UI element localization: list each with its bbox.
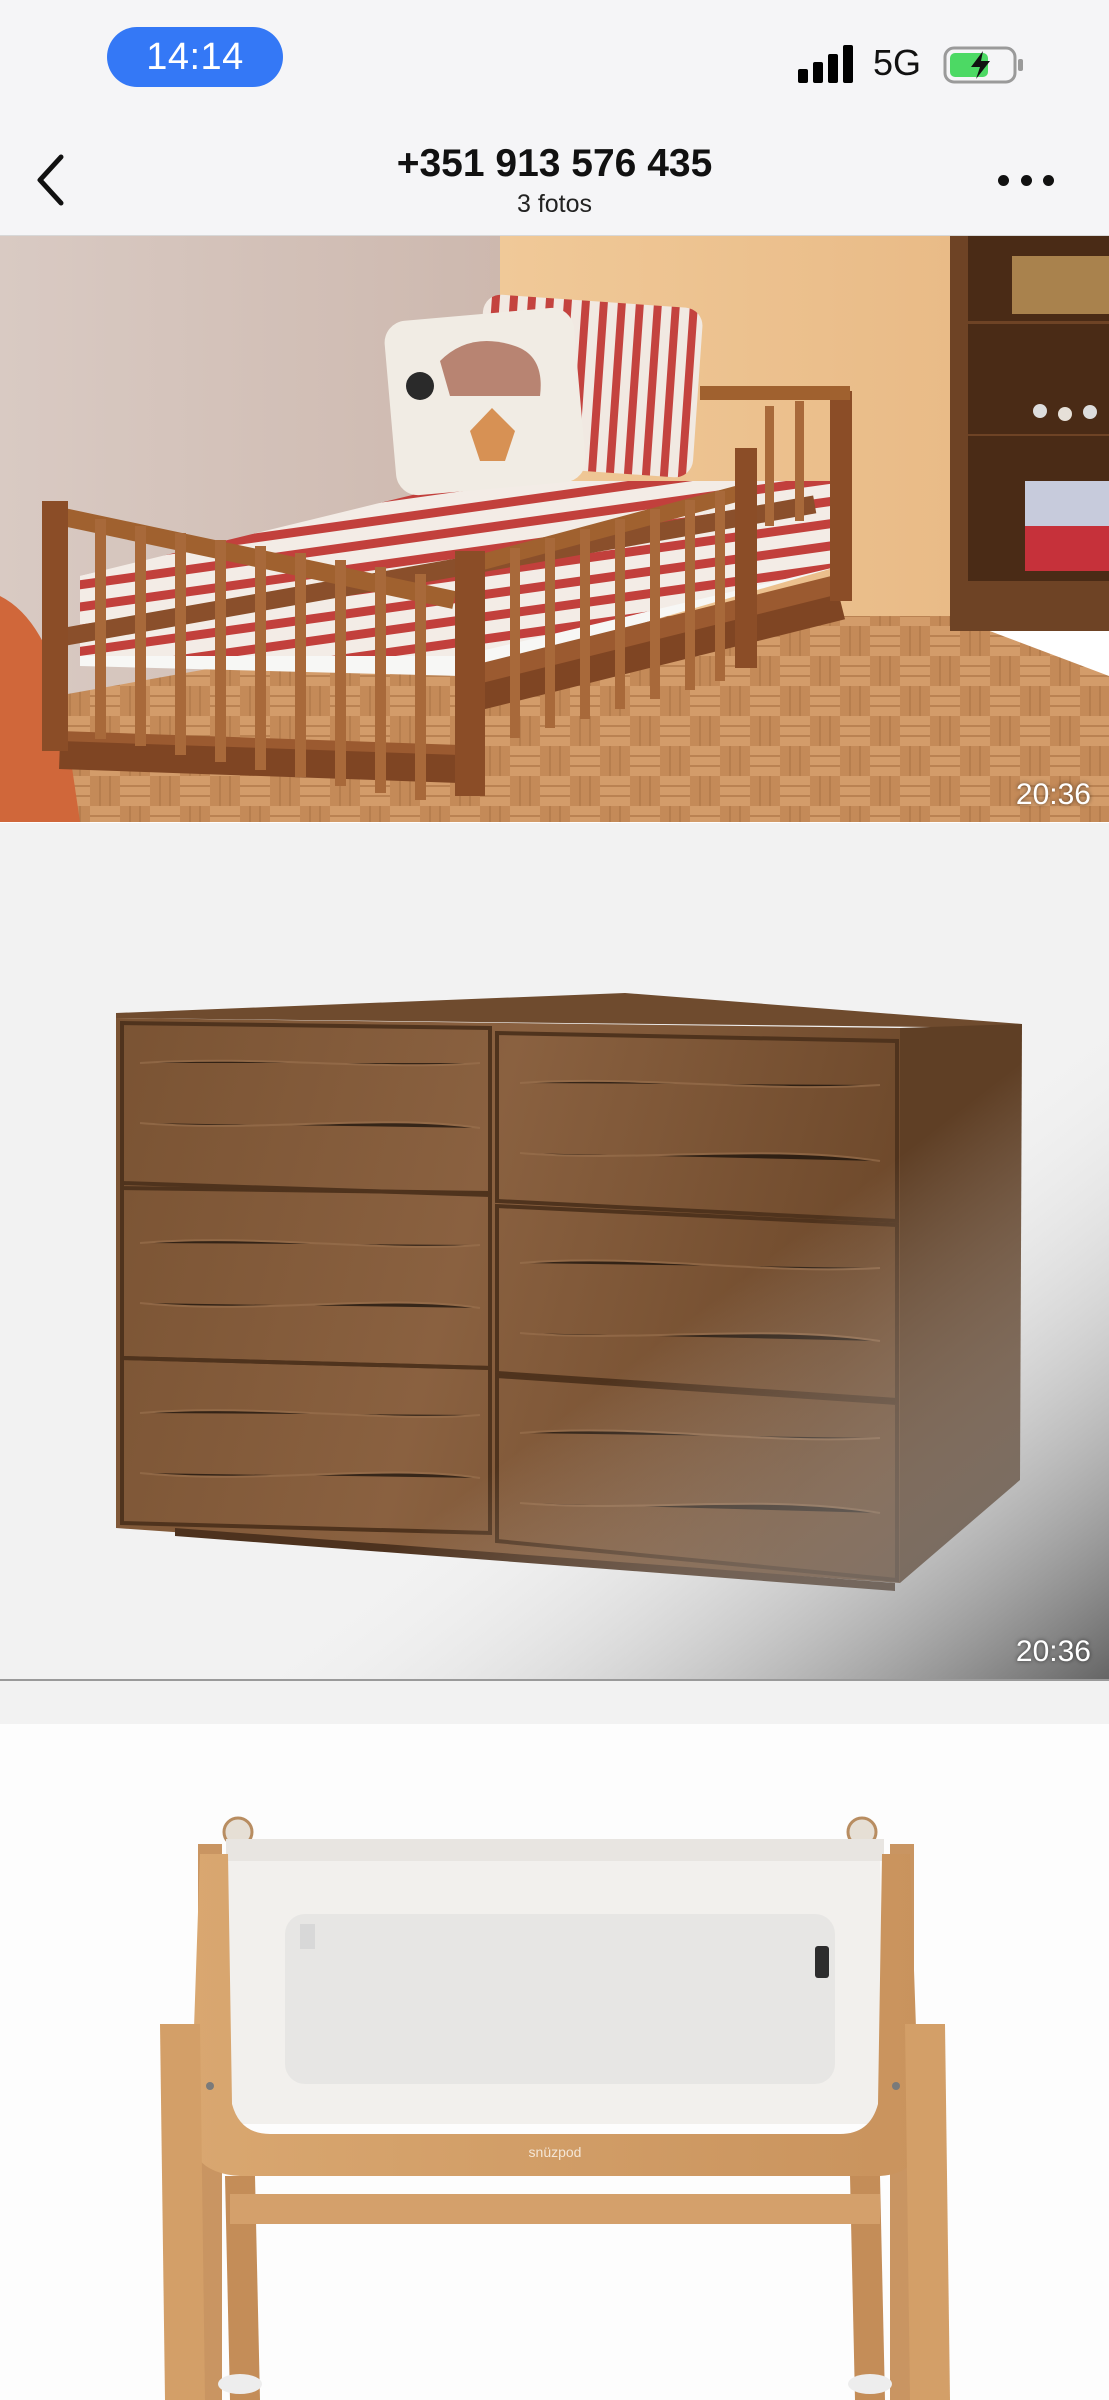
battery-charging-icon <box>943 46 1023 84</box>
status-time[interactable]: 14:14 <box>107 27 283 87</box>
photo-bedside-crib[interactable]: snüzpod <box>0 1724 1109 2400</box>
signal-icon <box>798 43 858 83</box>
contact-title[interactable]: +351 913 576 435 <box>0 142 1109 186</box>
photo-separator <box>0 1681 1109 1724</box>
photo-floor-bed[interactable]: 20:36 <box>0 236 1109 822</box>
bedside-crib-image: snüzpod <box>160 1816 950 2400</box>
ellipsis-icon <box>998 174 1009 186</box>
dresser-image <box>0 823 1109 1679</box>
floor-bed-image <box>0 236 1109 822</box>
photo-count: 3 fotos <box>516 190 593 218</box>
navigation-bar: +351 913 576 435 3 fotos <box>0 120 1109 236</box>
status-bar: 14:14 5G <box>0 0 1109 120</box>
photo-dresser[interactable]: 20:36 <box>0 823 1109 1681</box>
crib-brand-logo: snüzpod <box>529 2144 582 2160</box>
photo-timestamp: 20:36 <box>1015 1635 1091 1668</box>
photo-timestamp: 20:36 <box>1015 778 1091 811</box>
network-type: 5G <box>873 42 922 83</box>
more-button[interactable] <box>998 168 1054 192</box>
